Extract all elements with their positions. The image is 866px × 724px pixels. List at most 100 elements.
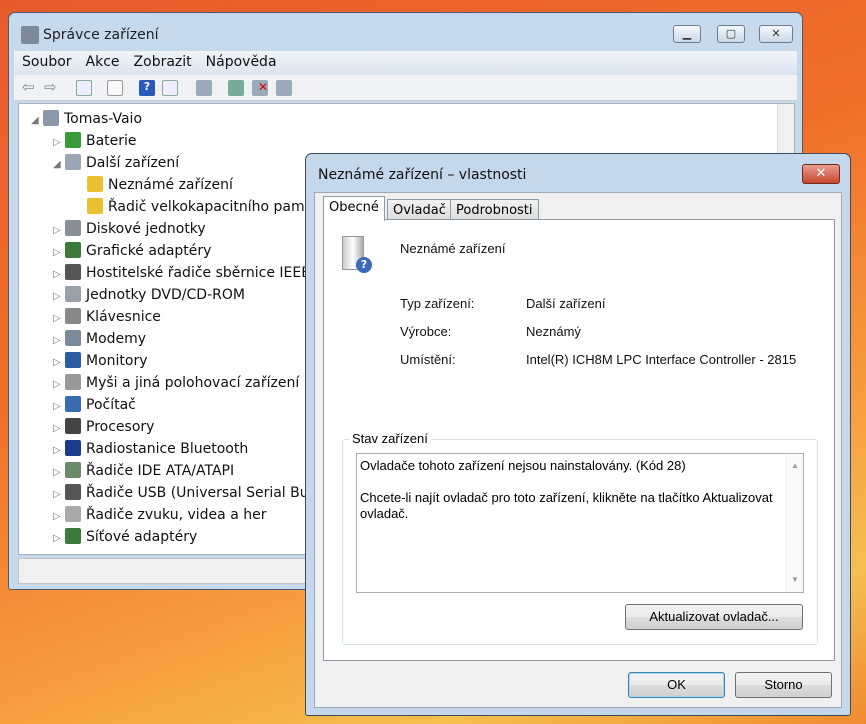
tree-item-label: Procesory xyxy=(86,419,155,435)
device-icon xyxy=(65,506,81,522)
tree-item[interactable]: ▷ Baterie xyxy=(53,130,137,152)
prop-label: Výrobce: xyxy=(400,324,452,339)
tree-item-label: Řadiče zvuku, videa a her xyxy=(86,507,267,523)
device-icon xyxy=(65,220,81,236)
tree-item-label: Radiostanice Bluetooth xyxy=(86,441,249,457)
device-icon xyxy=(65,418,81,434)
tree-item-label: Tomas-Vaio xyxy=(64,111,143,127)
tree-item[interactable]: ▷ Jednotky DVD/CD-ROM xyxy=(53,284,245,306)
cancel-button[interactable]: Storno xyxy=(735,672,832,698)
expander-icon[interactable]: ▷ xyxy=(53,396,65,418)
tree-item[interactable]: Neznámé zařízení xyxy=(75,174,233,196)
group-title: Stav zařízení xyxy=(349,431,431,446)
tree-item[interactable]: ▷ Monitory xyxy=(53,350,148,372)
device-icon xyxy=(87,198,103,214)
close-button[interactable]: ✕ xyxy=(759,25,793,43)
tree-item-label: Grafické adaptéry xyxy=(86,243,212,259)
device-icon xyxy=(65,154,81,170)
expander-icon[interactable]: ▷ xyxy=(53,352,65,374)
expander-icon[interactable]: ◢ xyxy=(31,110,43,132)
tree-item[interactable]: ▷ Řadiče zvuku, videa a her xyxy=(53,504,266,526)
update-driver-button[interactable]: Aktualizovat ovladač... xyxy=(625,604,803,630)
action-pane-icon[interactable] xyxy=(162,80,178,96)
status-textbox[interactable]: Ovladače tohoto zařízení nejsou nainstal… xyxy=(356,453,804,593)
tree-item-label: Další zařízení xyxy=(86,155,180,171)
expander-icon[interactable]: ▷ xyxy=(53,484,65,506)
device-name: Neznámé zařízení xyxy=(400,241,506,256)
tree-item[interactable]: ▷ Řadiče USB (Universal Serial Bus) xyxy=(53,482,321,504)
tab-podrobnosti[interactable]: Podrobnosti xyxy=(450,199,539,220)
tree-item[interactable]: ▷ Řadiče IDE ATA/ATAPI xyxy=(53,460,234,482)
expander-icon[interactable]: ▷ xyxy=(53,528,65,550)
tree-item[interactable]: ◢ Tomas-Vaio xyxy=(31,108,142,130)
menu-soubor[interactable]: Soubor xyxy=(14,51,78,70)
expander-icon[interactable]: ▷ xyxy=(53,132,65,154)
ok-button[interactable]: OK xyxy=(628,672,725,698)
help-icon[interactable]: ? xyxy=(139,80,155,96)
uninstall-icon[interactable]: ✕ xyxy=(252,80,268,96)
expander-icon[interactable]: ▷ xyxy=(53,374,65,396)
device-icon xyxy=(65,308,81,324)
scan-hardware-icon[interactable] xyxy=(196,80,212,96)
tree-item-label: Řadiče USB (Universal Serial Bus) xyxy=(86,485,322,501)
maximize-button[interactable]: ▢ xyxy=(717,25,745,43)
tree-item-label: Síťové adaptéry xyxy=(86,529,198,545)
device-icon xyxy=(65,286,81,302)
tree-item[interactable]: ▷ Radiostanice Bluetooth xyxy=(53,438,248,460)
dialog-close-button[interactable]: ✕ xyxy=(802,164,840,184)
tree-item[interactable]: ▷ Počítač xyxy=(53,394,136,416)
tree-item[interactable]: ▷ Procesory xyxy=(53,416,154,438)
prop-value: Intel(R) ICH8M LPC Interface Controller … xyxy=(526,352,797,367)
device-icon xyxy=(65,330,81,346)
tab-ovladac[interactable]: Ovladač xyxy=(387,199,452,220)
menu-zobrazit[interactable]: Zobrazit xyxy=(126,51,198,70)
expander-icon[interactable]: ◢ xyxy=(53,154,65,176)
device-icon xyxy=(65,132,81,148)
unknown-device-icon: ? xyxy=(342,236,372,273)
tree-item[interactable]: ▷ Modemy xyxy=(53,328,146,350)
tree-item-label: Řadiče IDE ATA/ATAPI xyxy=(86,463,235,479)
minimize-button[interactable]: ▁ xyxy=(673,25,701,43)
tree-item[interactable]: ▷ Grafické adaptéry xyxy=(53,240,211,262)
forward-icon[interactable]: ⇨ xyxy=(44,80,60,96)
device-icon xyxy=(65,528,81,544)
tree-item[interactable]: ▷ Klávesnice xyxy=(53,306,161,328)
expander-icon[interactable]: ▷ xyxy=(53,330,65,352)
update-driver-icon[interactable] xyxy=(228,80,244,96)
prop-value: Neznámý xyxy=(526,324,581,339)
expander-icon[interactable]: ▷ xyxy=(53,220,65,242)
back-icon[interactable]: ⇦ xyxy=(22,80,38,96)
status-scrollbar[interactable]: ▲ ▼ xyxy=(786,454,803,592)
tab-obecne[interactable]: Obecné xyxy=(323,196,385,221)
tree-item-label: Neznámé zařízení xyxy=(108,177,233,193)
expander-icon[interactable]: ▷ xyxy=(53,286,65,308)
prop-label: Umístění: xyxy=(400,352,456,367)
expander-icon[interactable]: ▷ xyxy=(53,418,65,440)
tree-item[interactable]: ▷ Diskové jednotky xyxy=(53,218,206,240)
status-hint: Chcete-li najít ovladač pro toto zařízen… xyxy=(360,490,773,521)
expander-icon[interactable]: ▷ xyxy=(53,506,65,528)
console-tree-icon[interactable] xyxy=(76,80,92,96)
expander-icon[interactable]: ▷ xyxy=(53,440,65,462)
device-icon xyxy=(65,264,81,280)
device-icon xyxy=(65,440,81,456)
expander-icon[interactable]: ▷ xyxy=(53,242,65,264)
device-manager-icon xyxy=(21,26,39,44)
dialog-body: Obecné Ovladač Podrobnosti ? Neznámé zař… xyxy=(314,192,842,708)
device-icon xyxy=(87,176,103,192)
menu-napoveda[interactable]: Nápověda xyxy=(198,51,283,70)
expander-icon[interactable]: ▷ xyxy=(53,264,65,286)
tree-item[interactable]: ▷ Síťové adaptéry xyxy=(53,526,197,548)
expander-icon[interactable]: ▷ xyxy=(53,462,65,484)
device-icon xyxy=(65,462,81,478)
tree-item-label: Klávesnice xyxy=(86,309,161,325)
menu-akce[interactable]: Akce xyxy=(78,51,126,70)
prop-label: Typ zařízení: xyxy=(400,296,475,311)
tree-item[interactable]: ◢ Další zařízení xyxy=(53,152,179,174)
expander-icon[interactable]: ▷ xyxy=(53,308,65,330)
properties-icon[interactable] xyxy=(107,80,123,96)
tree-item-label: Monitory xyxy=(86,353,148,369)
tree-item-label: Modemy xyxy=(86,331,147,347)
tree-item[interactable]: ▷ Myši a jiná polohovací zařízení xyxy=(53,372,299,394)
disable-icon[interactable] xyxy=(276,80,292,96)
